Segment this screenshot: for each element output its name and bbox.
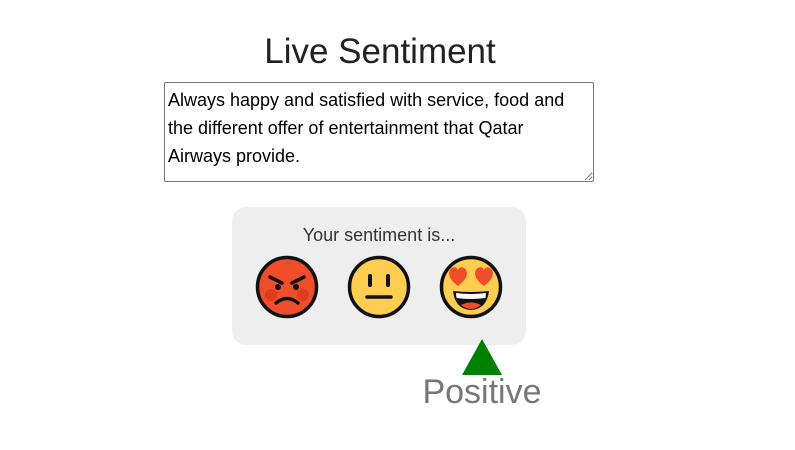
- up-triangle-icon: [461, 338, 503, 376]
- page-title: Live Sentiment: [264, 32, 496, 71]
- review-textarea-container: [164, 82, 594, 182]
- sentiment-result-label: Positive: [422, 373, 542, 411]
- neutral-face-icon: [347, 255, 411, 319]
- sentiment-panel-label: Your sentiment is...: [302, 225, 456, 245]
- review-textarea[interactable]: [164, 82, 594, 182]
- heart-eyes-face-icon: [439, 255, 503, 319]
- live-sentiment-page: Live Sentiment Your sentiment is...: [0, 0, 795, 450]
- angry-face-icon: [255, 255, 319, 319]
- sentiment-panel: Your sentiment is...: [232, 207, 526, 345]
